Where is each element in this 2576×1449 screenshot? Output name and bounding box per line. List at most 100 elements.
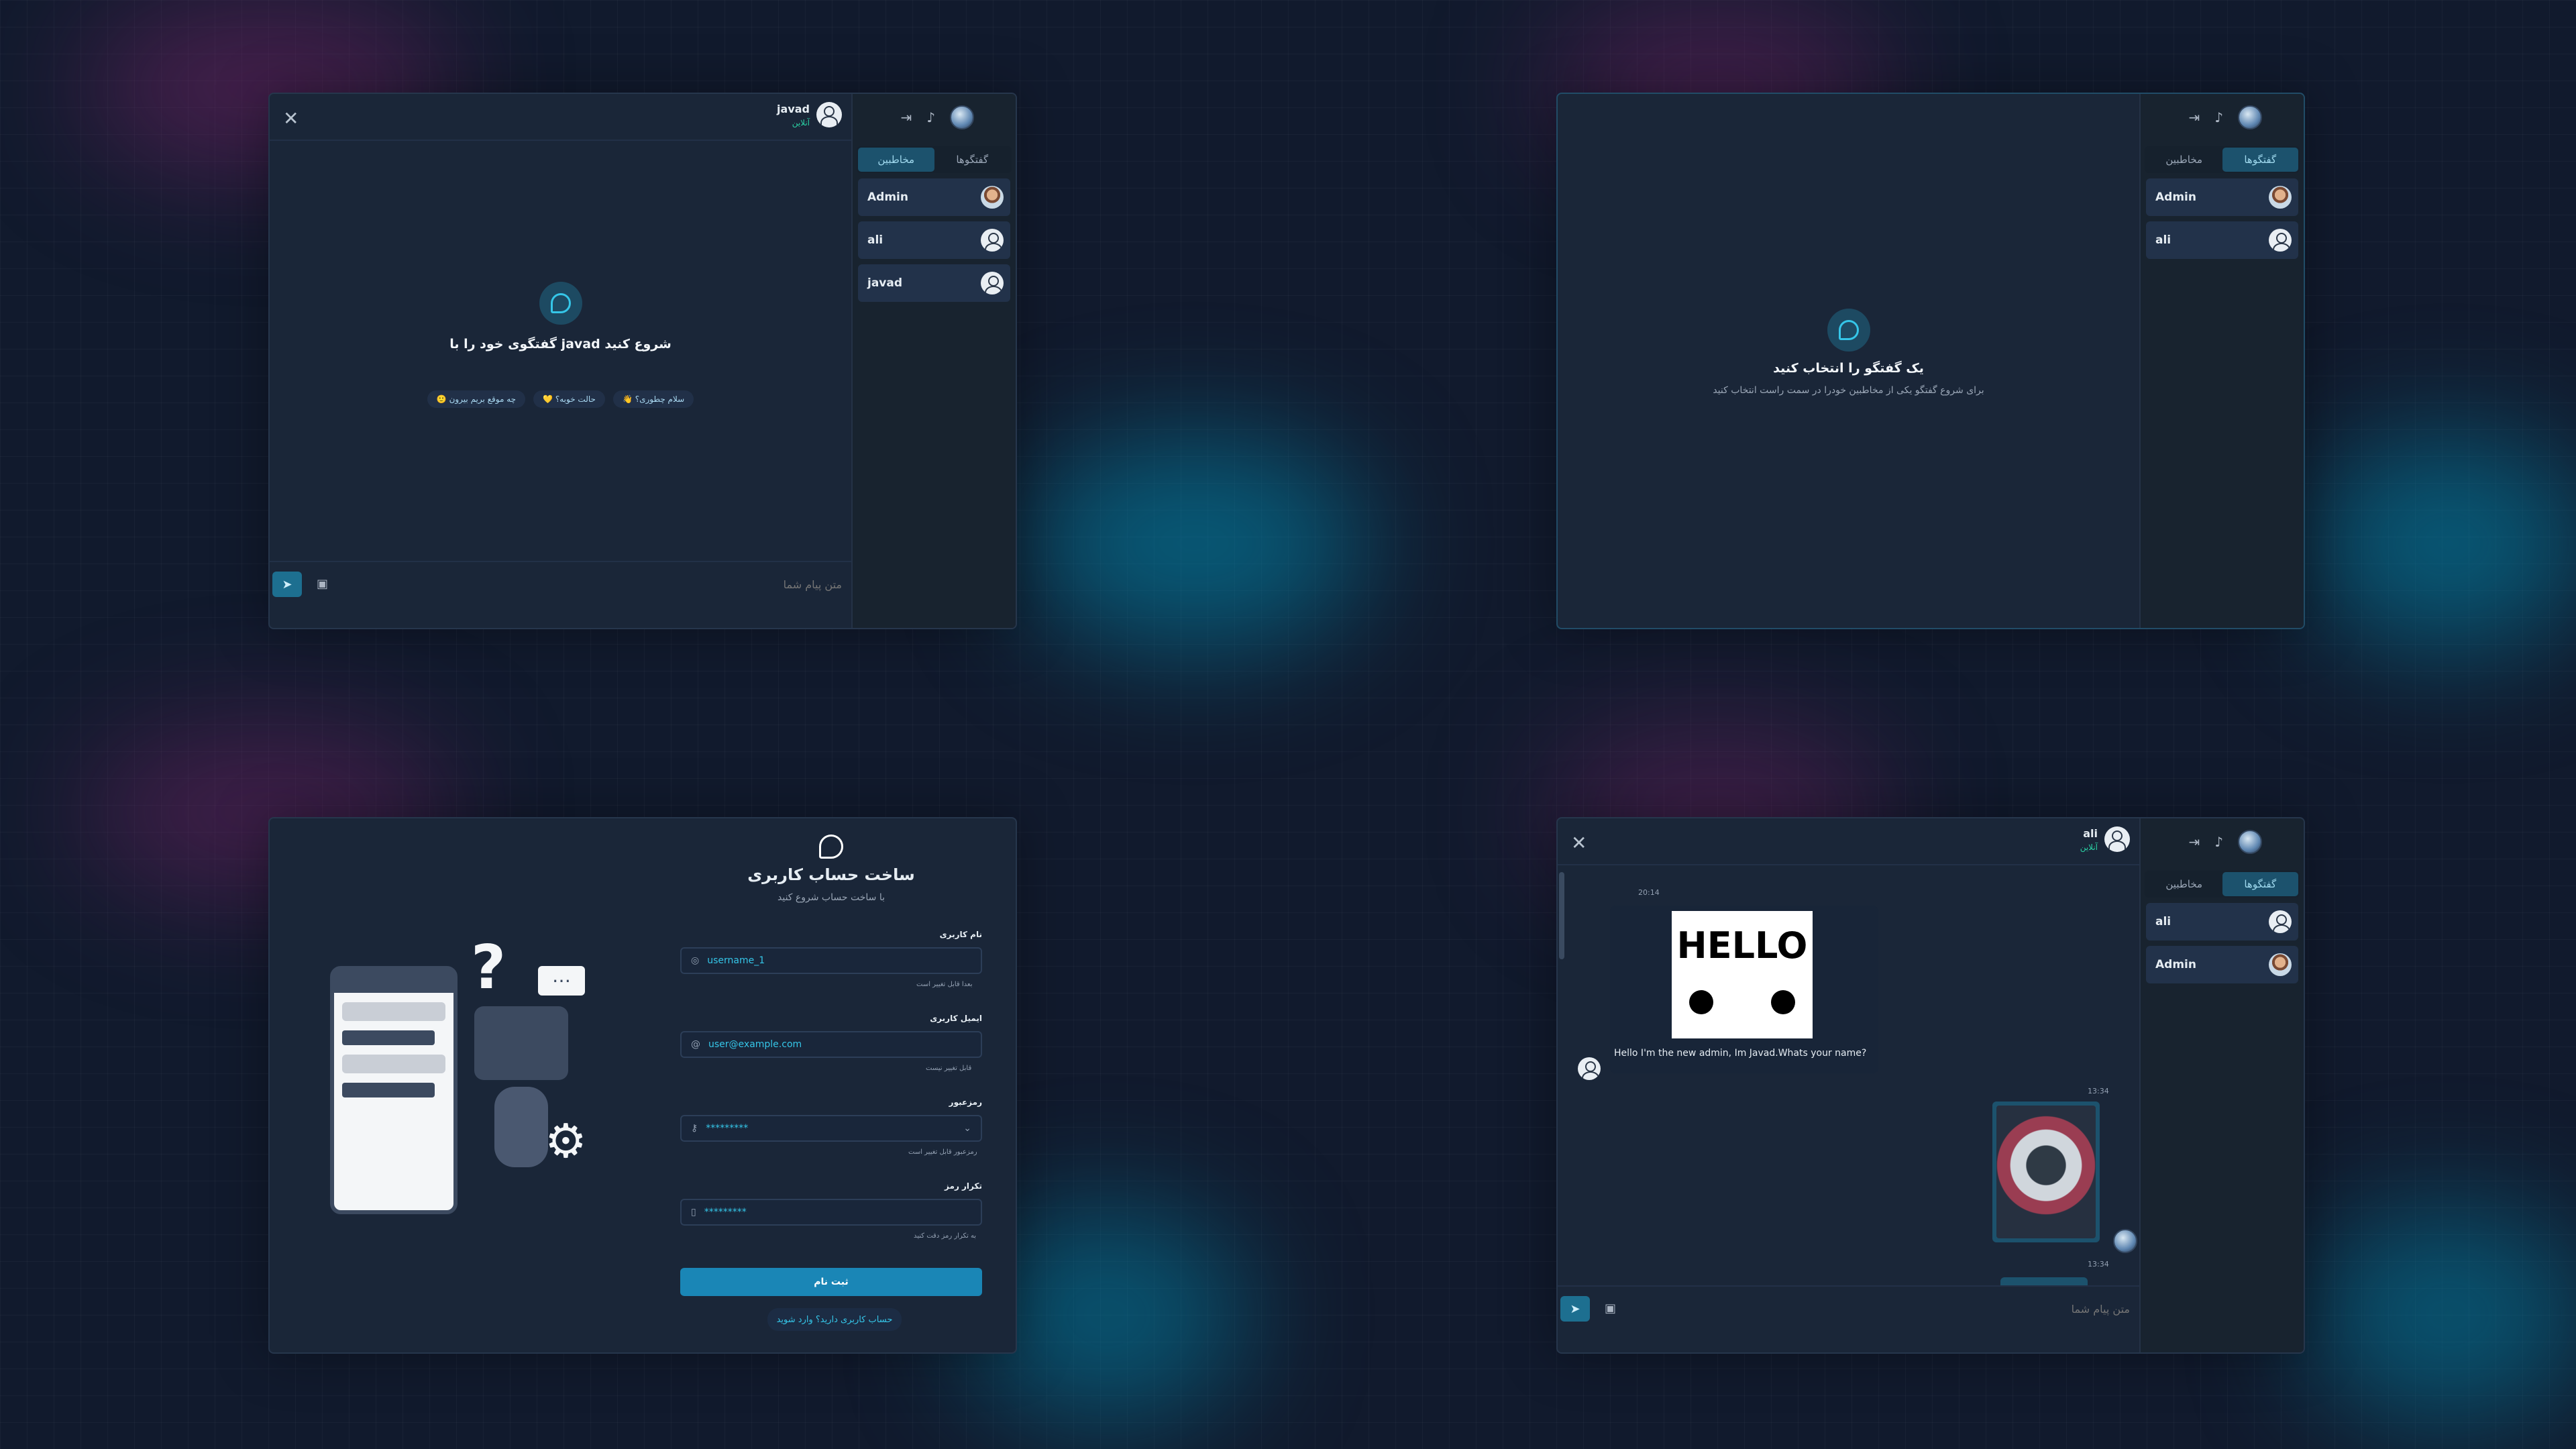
signup-subtitle: با ساخت حساب شروع کنید xyxy=(777,892,885,903)
scrollbar[interactable] xyxy=(1559,872,1564,959)
empty-chat: گفتگوی خود را با javad شروع کنید 🙂 چه مو… xyxy=(270,282,851,408)
username-value: username_1 xyxy=(707,955,765,966)
contact-avatar xyxy=(981,229,1004,252)
user-avatar xyxy=(2104,826,2130,852)
chat-header: ✕ ali آنلاین xyxy=(1558,818,2139,865)
tab-contacts[interactable]: مخاطبین xyxy=(2146,872,2222,896)
password-field[interactable]: ⚷ ********* ⌄ xyxy=(680,1115,982,1142)
message-time: 20:14 xyxy=(1638,888,1660,897)
suggestion-chips: 🙂 چه موقع بریم بیرون 💛 حالت خوبه؟ 👋 سلام… xyxy=(427,390,694,408)
composer: ➤ ▣ xyxy=(1558,1285,2139,1352)
form-group: نام کاربری ◎ username_1 بعدا قابل تغییر ا… xyxy=(680,930,982,988)
tab-contacts[interactable]: مخاطبین xyxy=(2146,148,2222,172)
username-label: نام کاربری xyxy=(939,930,982,939)
close-icon[interactable]: ✕ xyxy=(283,107,299,129)
speech-bubble-icon: … xyxy=(538,966,585,996)
message-text: Hello I'm the new admin, Im Javad.Whats … xyxy=(1614,1048,1867,1059)
key-icon: ⚷ xyxy=(691,1123,698,1134)
chat-user: ali آنلاین xyxy=(2080,826,2130,852)
tab-conversations[interactable]: گفتگوها xyxy=(2222,148,2298,172)
logout-icon[interactable]: ⇥ xyxy=(2188,111,2200,124)
sidebar: ⇥ ♪ مخاطبین گفتگوها ali Admin xyxy=(2139,818,2304,1352)
send-button[interactable]: ➤ xyxy=(272,572,302,597)
form-group: رمزعبور ⚷ ********* ⌄ رمزعبور قابل تغییر ا… xyxy=(680,1097,982,1156)
password-hint: رمزعبور قابل تغییر است xyxy=(908,1148,977,1156)
attach-icon[interactable]: ▣ xyxy=(317,577,328,591)
suggestion-chip[interactable]: 👋 سلام چطوری؟ xyxy=(612,390,694,408)
contact-item[interactable]: Admin xyxy=(2146,946,2298,983)
suggestion-chip[interactable]: 💛 حالت خوبه؟ xyxy=(533,390,605,408)
profile-avatar[interactable] xyxy=(950,105,974,129)
username-field[interactable]: ◎ username_1 xyxy=(680,947,982,974)
chat-user: javad آنلاین xyxy=(777,102,842,127)
password-label: رمزعبور xyxy=(949,1097,982,1107)
contact-item[interactable]: Admin xyxy=(858,178,1010,216)
chat-panel-2: یک گفتگو را انتخاب کنید برای شروع گفتگو … xyxy=(1556,93,2305,629)
lock-icon: ▯ xyxy=(691,1207,696,1218)
sidebar-header: ⇥ ♪ xyxy=(2141,94,2304,141)
confirm-password-value: ********* xyxy=(704,1207,747,1218)
robot-illustration xyxy=(471,1006,572,1208)
logout-icon[interactable]: ⇥ xyxy=(2188,835,2200,849)
contact-name: Admin xyxy=(2155,958,2196,971)
sound-icon[interactable]: ♪ xyxy=(2214,111,2223,124)
confirm-password-label: تکرار رمز xyxy=(945,1181,982,1191)
hello-image: HELLO xyxy=(1672,911,1813,1038)
message-list: 20:14 HELLO Hello I'm the new admin, Im … xyxy=(1571,888,2137,1291)
chat-user-name: javad xyxy=(777,102,810,115)
email-field[interactable]: @ user@example.com xyxy=(680,1031,982,1058)
logout-icon[interactable]: ⇥ xyxy=(900,111,912,124)
contact-item[interactable]: ali xyxy=(2146,903,2298,941)
gear-icon: ⚙ xyxy=(545,1114,587,1169)
background-glow xyxy=(2308,1208,2576,1422)
signup-panel: ? ⚙ … ساخت حساب کاربری با ساخت حساب شروع… xyxy=(268,817,1017,1354)
message-input[interactable] xyxy=(1627,1293,2130,1324)
contact-item[interactable]: ali xyxy=(2146,221,2298,259)
attach-icon[interactable]: ▣ xyxy=(1605,1301,1616,1316)
tab-conversations[interactable]: گفتگوها xyxy=(934,148,1011,172)
question-mark-icon: ? xyxy=(471,932,506,1003)
profile-avatar[interactable] xyxy=(2238,105,2262,129)
tab-conversations[interactable]: گفتگوها xyxy=(2222,872,2298,896)
suggestion-chip[interactable]: 🙂 چه موقع بریم بیرون xyxy=(427,390,526,408)
email-label: ایمیل کاربری xyxy=(930,1014,982,1023)
contact-avatar xyxy=(2269,186,2292,209)
chat-panel-1: ✕ javad آنلاین گفتگوی خود را با javad شر… xyxy=(268,93,1017,629)
sidebar-tabs: مخاطبین گفتگوها xyxy=(2145,146,2300,173)
confirm-password-hint: به تکرار رمز دقت کنید xyxy=(914,1232,977,1240)
message-bubble: HELLO Hello I'm the new admin, Im Javad.… xyxy=(1610,906,1878,1073)
send-button[interactable]: ➤ xyxy=(1560,1296,1590,1322)
user-icon: ◎ xyxy=(691,955,700,966)
background-glow xyxy=(2308,436,2576,651)
chevron-down-icon[interactable]: ⌄ xyxy=(963,1123,971,1134)
confirm-password-field[interactable]: ▯ ********* xyxy=(680,1199,982,1226)
contact-avatar xyxy=(981,186,1004,209)
profile-avatar[interactable] xyxy=(2238,830,2262,854)
contact-name: Admin xyxy=(2155,191,2196,204)
sound-icon[interactable]: ♪ xyxy=(2214,835,2223,849)
empty-chat-title: یک گفتگو را انتخاب کنید xyxy=(1773,361,1924,376)
tab-contacts[interactable]: مخاطبین xyxy=(858,148,934,172)
sidebar: ⇥ ♪ مخاطبین گفتگوها Admin ali javad xyxy=(851,94,1016,628)
hello-image-text: HELLO xyxy=(1676,924,1808,967)
contact-name: Admin xyxy=(867,191,908,204)
form-group: تکرار رمز ▯ ********* به تکرار رمز دقت کن… xyxy=(680,1181,982,1240)
empty-chat: یک گفتگو را انتخاب کنید برای شروع گفتگو … xyxy=(1558,309,2139,396)
email-value: user@example.com xyxy=(708,1039,802,1050)
contact-item[interactable]: ali xyxy=(858,221,1010,259)
sidebar-tabs: مخاطبین گفتگوها xyxy=(857,146,1012,173)
contact-avatar xyxy=(2269,910,2292,933)
contact-item[interactable]: javad xyxy=(858,264,1010,302)
signup-title: ساخت حساب کاربری xyxy=(747,865,915,884)
signup-form: ساخت حساب کاربری با ساخت حساب شروع کنید … xyxy=(680,835,982,1296)
user-avatar xyxy=(816,102,842,127)
login-link[interactable]: حساب کاربری دارید؟ وارد شوید xyxy=(767,1308,902,1331)
sound-icon[interactable]: ♪ xyxy=(926,111,935,124)
close-icon[interactable]: ✕ xyxy=(1571,832,1587,854)
signup-button[interactable]: ثبت نام xyxy=(680,1268,982,1296)
form-group: ایمیل کاربری @ user@example.com قابل تغیی… xyxy=(680,1014,982,1072)
contact-avatar xyxy=(981,272,1004,294)
chat-user-name: ali xyxy=(2083,826,2098,840)
message-input[interactable] xyxy=(339,569,842,600)
contact-item[interactable]: Admin xyxy=(2146,178,2298,216)
